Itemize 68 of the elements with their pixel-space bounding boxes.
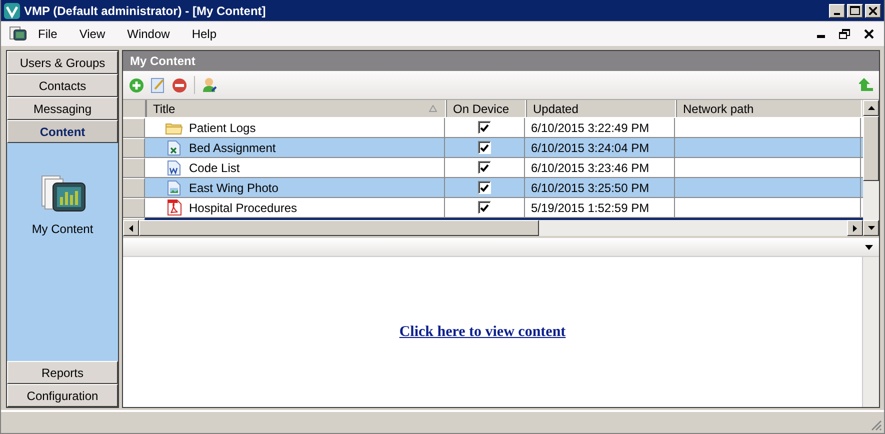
nav-button[interactable]: Contacts [7,74,118,97]
column-header[interactable]: Updated [526,100,676,117]
table-row[interactable]: East Wing Photo 6/10/2015 3:25:50 PM [123,178,863,198]
table-cell: Bed Assignment [189,140,276,154]
arrow-icon[interactable] [859,77,873,93]
table-row[interactable]: Hospital Procedures 5/19/2015 1:52:59 PM [123,198,863,218]
table-cell: 5/19/2015 1:52:59 PM [531,200,650,214]
app-logo-icon [4,2,20,18]
nav-button[interactable]: Users & Groups [7,51,118,74]
checkbox[interactable] [478,181,491,194]
edit-icon[interactable] [151,78,165,92]
horizontal-scrollbar[interactable] [123,220,863,236]
scroll-left-icon[interactable] [129,224,133,232]
resize-grip-icon[interactable] [871,420,882,431]
view-content-link[interactable]: Click here to view content [399,324,566,340]
document-window-icon [9,26,27,42]
maximize-button[interactable] [847,4,863,18]
vertical-scrollbar[interactable] [862,257,879,407]
menu-item[interactable]: View [68,25,116,43]
pdf-icon [166,199,182,216]
sort-icon [429,105,437,112]
folder-icon [165,120,183,134]
menu-item[interactable]: Help [180,25,228,43]
column-header[interactable]: Network path [676,100,862,117]
remove-icon[interactable] [172,78,187,92]
minimize-icon [834,12,840,14]
nav-button[interactable]: Content [7,120,118,143]
table-cell: Patient Logs [189,120,256,134]
image-file-icon [167,180,181,196]
scroll-down-icon[interactable] [868,226,874,230]
nav-button[interactable]: Configuration [7,384,118,407]
column-header[interactable]: Title [146,100,446,117]
spreadsheet-icon [167,140,181,156]
minimize-button[interactable] [829,4,845,18]
table-cell: 6/10/2015 3:25:50 PM [531,180,650,194]
checkbox[interactable] [478,201,491,214]
scroll-right-icon[interactable] [853,224,857,232]
table-cell: 6/10/2015 3:24:04 PM [531,140,650,154]
maximize-icon [850,6,860,15]
nav-button[interactable]: Messaging [7,97,118,120]
add-icon[interactable] [129,78,144,92]
menu-item[interactable]: File [27,25,68,43]
column-header[interactable]: On Device [446,100,526,117]
restore-icon[interactable] [839,29,850,39]
table-cell: Code List [189,160,240,174]
close-button[interactable] [865,4,881,18]
table-cell: 6/10/2015 3:23:46 PM [531,160,650,174]
checkbox[interactable] [478,121,491,134]
scroll-up-icon[interactable] [868,106,874,110]
document-icon [167,160,181,176]
window-title: VMP (Default administrator) - [My Content] [24,4,267,18]
table-row[interactable]: Patient Logs 6/10/2015 3:22:49 PM [123,118,863,138]
checkbox[interactable] [478,141,491,154]
nav-button[interactable]: Reports [7,361,118,384]
table-cell: East Wing Photo [189,180,278,194]
close-icon[interactable] [864,29,874,39]
panel-title: My Content [130,54,196,68]
table-row[interactable]: Code List 6/10/2015 3:23:46 PM [123,158,863,178]
table-row[interactable]: Bed Assignment 6/10/2015 3:24:04 PM [123,138,863,158]
launcher-label[interactable]: My Content [32,222,94,236]
checkbox[interactable] [478,161,491,174]
user-icon[interactable] [202,77,217,93]
menu-item[interactable]: Window [116,25,181,43]
table-cell: 6/10/2015 3:22:49 PM [531,120,650,134]
table-cell: Hospital Procedures [189,200,298,214]
dropdown-arrow-icon[interactable] [865,244,873,250]
close-icon [869,6,877,14]
vertical-scrollbar[interactable] [863,100,879,236]
